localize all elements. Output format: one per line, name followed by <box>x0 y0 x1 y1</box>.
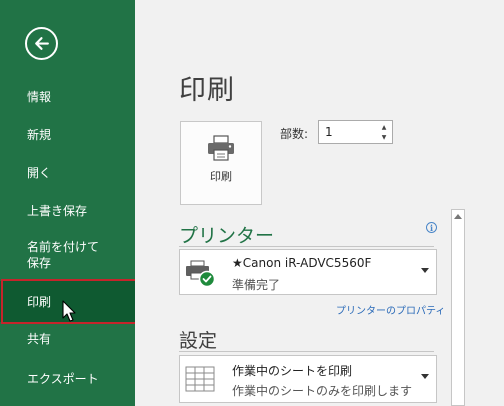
print-scope-value: 作業中のシートを印刷 <box>232 364 353 378</box>
printer-status: 準備完了 <box>232 278 281 292</box>
sheet-grid-icon <box>185 366 215 392</box>
nav-new-label: 新規 <box>27 128 52 142</box>
print-scope-description: 作業中のシートのみを印刷します <box>232 384 413 398</box>
nav-share-label: 共有 <box>27 332 52 346</box>
nav-open[interactable]: 開く <box>0 162 135 184</box>
printer-icon <box>208 135 234 161</box>
back-arrow-icon <box>35 37 49 50</box>
print-button[interactable]: 印刷 <box>180 121 262 205</box>
info-icon[interactable]: i <box>426 222 437 233</box>
settings-section-divider <box>179 351 434 352</box>
settings-section-title: 設定 <box>179 330 218 352</box>
settings-scrollbar[interactable] <box>451 209 465 406</box>
print-button-label: 印刷 <box>210 170 232 183</box>
nav-new[interactable]: 新規 <box>0 124 135 146</box>
chevron-down-icon <box>421 268 429 273</box>
scroll-up-icon[interactable] <box>454 214 462 219</box>
printer-dropdown[interactable]: ★Canon iR-ADVC5560F 準備完了 <box>179 249 437 295</box>
copies-input[interactable] <box>319 121 371 143</box>
copies-up-button[interactable]: ▲ <box>378 122 390 132</box>
nav-share[interactable]: 共有 <box>0 328 135 350</box>
nav-open-label: 開く <box>27 166 52 180</box>
nav-info-label: 情報 <box>27 90 52 104</box>
nav-save-as-label: 名前を付けて 保存 <box>27 240 100 270</box>
printer-ready-icon <box>186 260 216 288</box>
nav-save-as[interactable]: 名前を付けて 保存 <box>0 239 135 273</box>
print-scope-dropdown[interactable]: 作業中のシートを印刷 作業中のシートのみを印刷します <box>179 355 437 403</box>
printer-properties-link[interactable]: プリンターのプロパティ <box>336 302 445 317</box>
print-panel: 印刷 印刷 部数: ▲ ▼ プリンター i ★Canon iR-ADVC5560… <box>135 0 504 406</box>
copies-stepper[interactable]: ▲ ▼ <box>318 120 393 144</box>
nav-save[interactable]: 上書き保存 <box>0 200 135 222</box>
back-button[interactable] <box>25 27 58 60</box>
printer-name: ★Canon iR-ADVC5560F <box>232 256 372 270</box>
printer-section-divider <box>179 246 434 247</box>
nav-print-label: 印刷 <box>27 294 52 309</box>
nav-export-label: エクスポート <box>27 372 99 386</box>
page-title: 印刷 <box>179 75 235 106</box>
nav-export[interactable]: エクスポート <box>0 368 135 390</box>
copies-label: 部数: <box>280 127 309 141</box>
nav-info[interactable]: 情報 <box>0 86 135 108</box>
nav-save-label: 上書き保存 <box>27 204 88 218</box>
chevron-down-icon <box>421 374 429 379</box>
mouse-cursor-icon <box>62 300 76 322</box>
printer-section-title: プリンター <box>179 225 275 247</box>
backstage-sidebar: 情報 新規 開く 上書き保存 名前を付けて 保存 印刷 共有 エクスポート <box>0 0 135 406</box>
copies-down-button[interactable]: ▼ <box>378 132 390 142</box>
